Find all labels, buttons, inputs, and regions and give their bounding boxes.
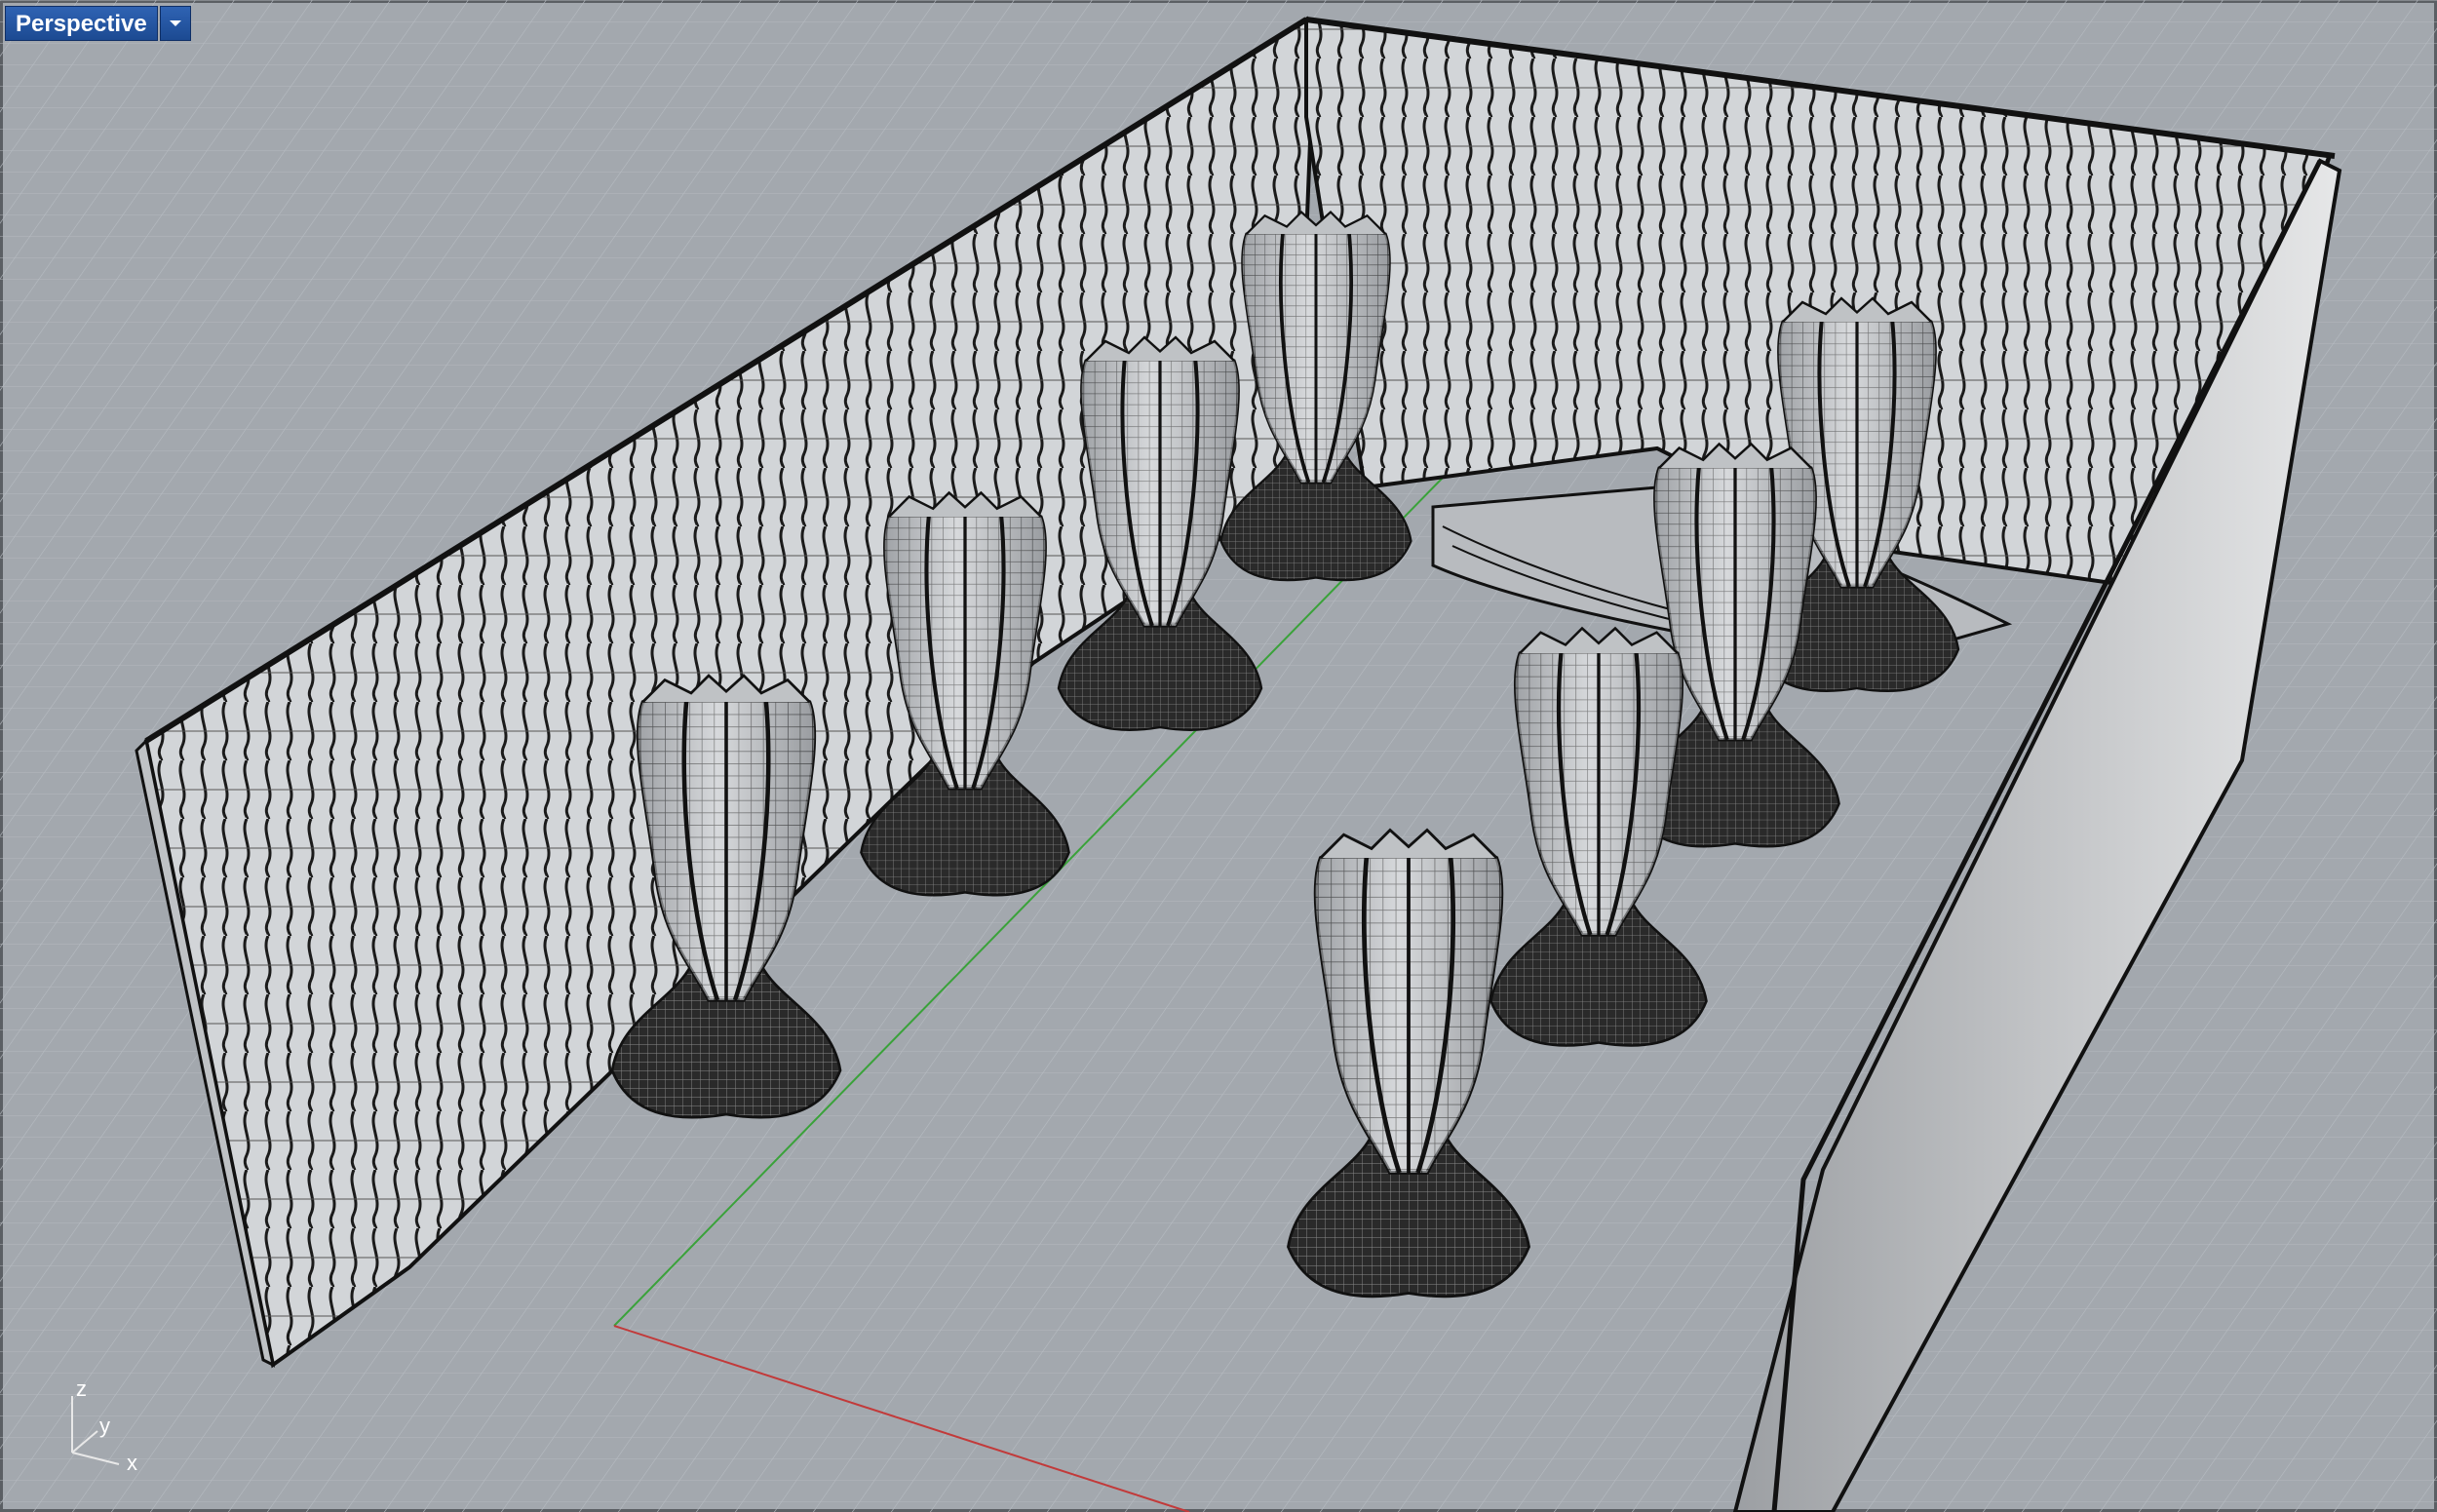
x-axis-icon	[71, 1452, 120, 1465]
axis-orientation-widget: z y x	[71, 1376, 137, 1472]
viewport-title-bar[interactable]: Perspective	[5, 6, 191, 41]
z-axis-label: z	[76, 1376, 87, 1401]
chevron-down-icon	[169, 20, 181, 26]
y-axis-label: y	[99, 1414, 110, 1438]
y-axis-icon	[71, 1430, 98, 1454]
x-axis-label: x	[127, 1451, 137, 1472]
3d-model-scene[interactable]	[0, 0, 2437, 1512]
viewport-menu-button[interactable]	[159, 6, 191, 41]
viewport-title-label[interactable]: Perspective	[5, 6, 158, 41]
perspective-viewport[interactable]: Perspective z y x	[0, 0, 2437, 1512]
